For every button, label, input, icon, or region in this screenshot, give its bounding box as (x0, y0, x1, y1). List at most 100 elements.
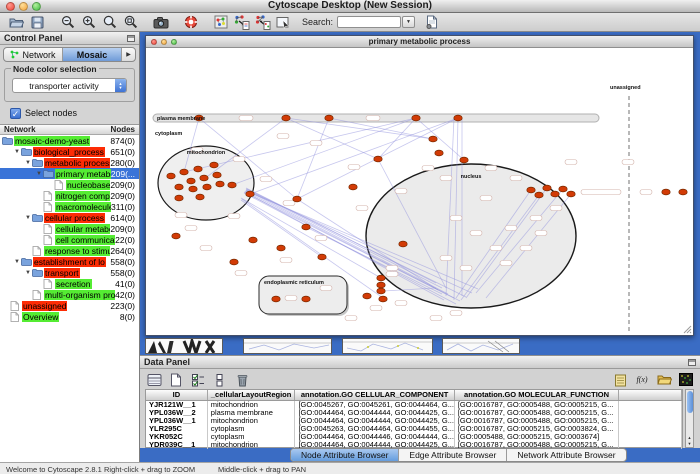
network-node[interactable] (189, 186, 197, 192)
network-node[interactable] (302, 296, 310, 302)
edit-page-button[interactable] (421, 14, 442, 31)
create-attribute-button[interactable] (167, 371, 185, 388)
zoom-window-button[interactable] (32, 2, 41, 11)
network-node[interactable] (454, 115, 462, 121)
network-node[interactable] (377, 282, 385, 288)
column-header[interactable]: annotation.GO MOLECULAR_FUNCTION (455, 390, 619, 400)
network-node[interactable] (213, 172, 221, 178)
zoom-selected-button[interactable] (99, 14, 120, 31)
network-node[interactable] (567, 191, 575, 197)
search-dropdown-button[interactable]: ▼ (402, 16, 415, 28)
save-session-button[interactable] (27, 14, 48, 31)
help-button[interactable] (180, 14, 201, 31)
select-mode-button[interactable] (273, 14, 294, 31)
network-node[interactable] (379, 296, 387, 302)
open-session-button[interactable] (6, 14, 27, 31)
network-node[interactable] (377, 288, 385, 294)
unselect-all-attributes-button[interactable] (211, 371, 229, 388)
network-node[interactable] (559, 186, 567, 192)
network-node[interactable] (349, 184, 357, 190)
network-node[interactable] (374, 156, 382, 162)
column-header[interactable]: _cellularLayoutRegion (208, 390, 296, 400)
network-window-titlebar[interactable]: primary metabolic process (146, 36, 693, 48)
tree-row[interactable]: ▼metabolic process280(0) (0, 157, 139, 168)
node-color-dropdown[interactable]: transporter activity ▲▼ (12, 78, 127, 93)
scrollbar-thumb[interactable] (687, 391, 693, 413)
network-node[interactable] (527, 187, 535, 193)
select-attributes-button[interactable] (145, 371, 163, 388)
tree-row[interactable]: response to stimul264(0) (0, 245, 139, 256)
network-node[interactable] (180, 169, 188, 175)
table-row[interactable]: YKR052Ccytoplasm[GO:0044464, GO:0044446,… (146, 433, 682, 441)
network-node[interactable] (399, 241, 407, 247)
scrollbar-arrows[interactable]: ▲▼ (686, 435, 693, 447)
attribute-notes-button[interactable] (611, 371, 629, 388)
network-node[interactable] (293, 196, 301, 202)
table-scrollbar[interactable]: ▲▼ (685, 389, 694, 448)
expander-icon[interactable]: ▼ (35, 171, 43, 177)
tab-network-attribute-browser[interactable]: Network Attribute Browser (507, 449, 625, 461)
zoom-fit-button[interactable] (120, 14, 141, 31)
inner-close-button[interactable] (151, 39, 157, 45)
tree-row[interactable]: cell communicat22(0) (0, 234, 139, 245)
network-node[interactable] (172, 233, 180, 239)
table-row[interactable]: YLR295Ccytoplasm[GO:0045263, GO:0044464,… (146, 425, 682, 433)
matrix-view-button[interactable] (677, 371, 695, 388)
tree-row[interactable]: ▼biological_process651(0) (0, 146, 139, 157)
float-panel-icon[interactable] (127, 35, 135, 42)
network-node[interactable] (272, 296, 280, 302)
network-node[interactable] (318, 254, 326, 260)
network-node[interactable] (230, 259, 238, 265)
network-node[interactable] (194, 166, 202, 172)
expander-icon[interactable]: ▼ (24, 160, 32, 166)
column-header[interactable]: annotation.GO CELLULAR_COMPONENT (295, 390, 454, 400)
network-node[interactable] (210, 162, 218, 168)
network-node[interactable] (363, 293, 371, 299)
network-node[interactable] (679, 189, 687, 195)
minimize-button[interactable] (19, 2, 28, 11)
tree-row[interactable]: Overview8(0) (0, 311, 139, 322)
window-titlebar[interactable]: Cytoscape Desktop (New Session) (0, 0, 700, 13)
table-row[interactable]: YPL036W__2plasma membrane[GO:0044464, GO… (146, 409, 682, 417)
search-input[interactable] (337, 16, 401, 28)
network-node[interactable] (543, 185, 551, 191)
tree-row[interactable]: ▼primary metabo209(... (0, 168, 139, 179)
function-builder-button[interactable]: f(x) (633, 371, 651, 388)
network-node[interactable] (200, 175, 208, 181)
resize-grip-icon[interactable] (684, 326, 691, 333)
table-row[interactable]: YPL036W__1mitochondrion[GO:0044464, GO:0… (146, 417, 682, 425)
network-node[interactable] (277, 245, 285, 251)
tree-row[interactable]: mosaic-demo-yeast874(0) (0, 135, 139, 146)
background-window-fragment[interactable] (442, 338, 520, 354)
tabs-overflow-button[interactable]: ▶ (122, 48, 135, 61)
tree-row[interactable]: cellular metabo209(0) (0, 223, 139, 234)
network-node[interactable] (175, 184, 183, 190)
network-node[interactable] (535, 192, 543, 198)
tree-row[interactable]: nucleobase-209(0) (0, 179, 139, 190)
inner-zoom-button[interactable] (171, 39, 177, 45)
tree-row[interactable]: macromolecule311(0) (0, 201, 139, 212)
inner-minimize-button[interactable] (161, 39, 167, 45)
network-node[interactable] (662, 189, 670, 195)
network-view-window[interactable]: primary metabolic process plasma membran… (145, 35, 694, 336)
background-window-fragment[interactable] (243, 338, 332, 354)
network-node[interactable] (412, 115, 420, 121)
tree-row[interactable]: ▼transport558(0) (0, 267, 139, 278)
tab-edge-attribute-browser[interactable]: Edge Attribute Browser (399, 449, 507, 461)
network-node[interactable] (203, 184, 211, 190)
network-node[interactable] (460, 157, 468, 163)
import-attributes-button[interactable] (655, 371, 673, 388)
network-node[interactable] (325, 115, 333, 121)
network-node[interactable] (246, 191, 254, 197)
network-canvas[interactable]: plasma membrane cytoplasm mitochondrion … (146, 48, 693, 335)
background-window-fragment[interactable] (342, 338, 433, 354)
tab-node-attribute-browser[interactable]: Node Attribute Browser (291, 449, 399, 461)
tab-mosaic[interactable]: Mosaic (63, 48, 122, 61)
snapshot-button[interactable] (150, 14, 171, 31)
network-node[interactable] (216, 181, 224, 187)
network-node[interactable] (187, 178, 195, 184)
table-row[interactable]: YJR121W__1mitochondrion[GO:0045267, GO:0… (146, 401, 682, 409)
network-node[interactable] (249, 237, 257, 243)
column-header[interactable] (619, 390, 682, 400)
tree-row[interactable]: nitrogen compo209(0) (0, 190, 139, 201)
